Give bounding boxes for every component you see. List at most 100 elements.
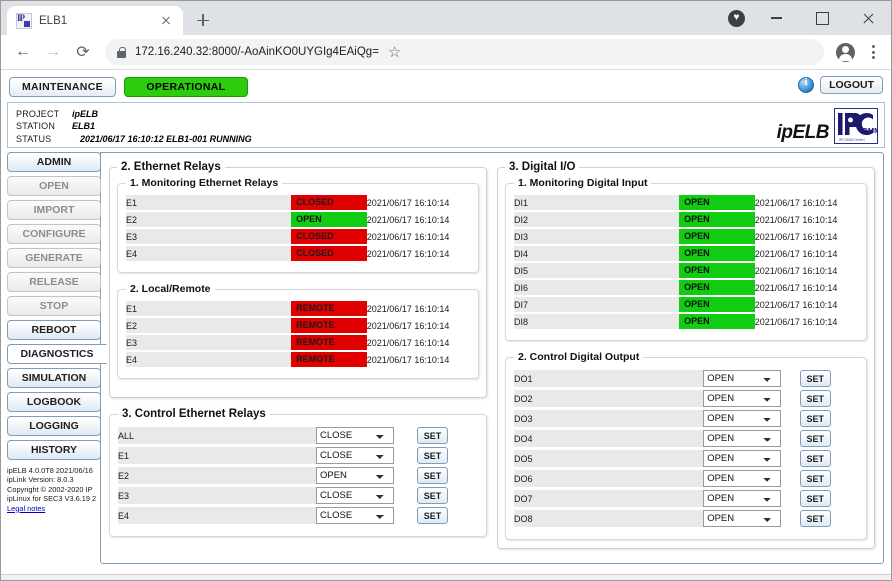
input-name: DI8 [514, 314, 680, 329]
status-label: STATUS [16, 133, 52, 144]
timestamp: 2021/06/17 16:10:14 [366, 231, 450, 242]
sidebar-item-logging[interactable]: LOGGING [7, 416, 101, 436]
forward-arrow-icon[interactable]: → [39, 38, 67, 66]
sidebar-item-admin[interactable]: ADMIN [7, 152, 101, 172]
control-ethernet-relays-table: ALL CLOSE SET E1 CLOSE SET E2 OPEN SET E… [118, 424, 478, 527]
output-state-select[interactable]: OPEN [703, 370, 782, 387]
output-state-select[interactable]: OPEN [703, 510, 782, 527]
set-button[interactable]: SET [799, 450, 832, 467]
sidebar-item-configure[interactable]: CONFIGURE [7, 224, 101, 244]
reload-icon[interactable]: ⟳ [69, 38, 97, 66]
timestamp: 2021/06/17 16:10:14 [754, 299, 838, 310]
input-name: DI3 [514, 229, 680, 244]
table-row: DO5 OPEN SET [514, 450, 858, 467]
address-bar[interactable]: 172.16.240.32:8000/-AoAinKO0UYGIg4EAiQg=… [105, 39, 824, 65]
output-state-select[interactable]: OPEN [703, 410, 782, 427]
control-digital-output-group: 2. Control Digital Output DO1 OPEN SET D… [505, 351, 867, 540]
output-state-select[interactable]: OPEN [703, 470, 782, 487]
relay-name: ALL [118, 427, 316, 444]
timestamp: 2021/06/17 16:10:14 [754, 248, 838, 259]
set-button[interactable]: SET [799, 410, 832, 427]
sidebar-item-generate[interactable]: GENERATE [7, 248, 101, 268]
table-row: E4 CLOSED 2021/06/17 16:10:14 [126, 246, 470, 261]
table-row: ALL CLOSE SET [118, 427, 478, 444]
logout-button[interactable]: LOGOUT [820, 76, 883, 94]
status-badge: REMOTE [291, 352, 367, 367]
digital-io-section: 3. Digital I/O 1. Monitoring Digital Inp… [497, 161, 875, 549]
sidebar-item-history[interactable]: HISTORY [7, 440, 101, 460]
timestamp: 2021/06/17 16:10:14 [366, 248, 450, 259]
table-row: DI8 OPEN 2021/06/17 16:10:14 [514, 314, 858, 329]
set-button[interactable]: SET [416, 507, 449, 524]
minimize-icon[interactable] [753, 1, 799, 35]
relay-name: E3 [118, 487, 316, 504]
sidebar-item-diagnostics[interactable]: DIAGNOSTICS [7, 344, 107, 364]
local-remote-group: 2. Local/Remote E1 REMOTE 2021/06/17 16:… [117, 283, 479, 379]
relay-state-select[interactable]: CLOSE [316, 507, 394, 524]
set-button[interactable]: SET [416, 467, 449, 484]
relay-name: E2 [126, 212, 292, 227]
table-row: E2 OPEN SET [118, 467, 478, 484]
table-row: E4 CLOSE SET [118, 507, 478, 524]
station-row: STATION ELB1 [16, 120, 876, 132]
info-icon[interactable] [798, 77, 815, 93]
output-state-select[interactable]: OPEN [703, 390, 782, 407]
output-state-select[interactable]: OPEN [703, 490, 782, 507]
sidebar-item-stop[interactable]: STOP [7, 296, 101, 316]
tab-close-icon[interactable] [158, 13, 174, 29]
sidebar-item-release[interactable]: RELEASE [7, 272, 101, 292]
status-badge: OPEN [679, 263, 755, 278]
relay-state-select[interactable]: CLOSE [316, 427, 394, 444]
back-arrow-icon[interactable]: ← [9, 38, 37, 66]
operational-button[interactable]: OPERATIONAL [123, 77, 248, 97]
timestamp: 2021/06/17 16:10:14 [366, 197, 450, 208]
new-tab-plus-icon[interactable] [189, 6, 217, 34]
sidebar-item-import[interactable]: IMPORT [7, 200, 101, 220]
relay-state-select[interactable]: CLOSE [316, 447, 394, 464]
set-button[interactable]: SET [416, 487, 449, 504]
output-name: DO7 [514, 490, 704, 507]
profile-avatar-icon[interactable] [836, 42, 855, 62]
sidebar-item-simulation[interactable]: SIMULATION [7, 368, 101, 388]
status-badge: OPEN [679, 246, 755, 261]
set-button[interactable]: SET [416, 427, 449, 444]
set-button[interactable]: SET [799, 370, 832, 387]
set-button[interactable]: SET [416, 447, 449, 464]
three-dot-menu-icon[interactable] [863, 45, 883, 59]
sidebar-item-open[interactable]: OPEN [7, 176, 101, 196]
table-row: E2 REMOTE 2021/06/17 16:10:14 [126, 318, 470, 333]
relay-state-select[interactable]: OPEN [316, 467, 394, 484]
sidebar-item-logbook[interactable]: LOGBOOK [7, 392, 101, 412]
output-state-select[interactable]: OPEN [703, 430, 782, 447]
status-badge: OPEN [679, 229, 755, 244]
sidebar-item-reboot[interactable]: REBOOT [7, 320, 101, 340]
set-button[interactable]: SET [799, 430, 832, 447]
monitoring-ethernet-relays-table: E1 CLOSED 2021/06/17 16:10:14 E2 OPEN 20… [126, 193, 470, 263]
set-button[interactable]: SET [799, 490, 832, 507]
table-row: E1 CLOSED 2021/06/17 16:10:14 [126, 195, 470, 210]
relay-state-select[interactable]: CLOSE [316, 487, 394, 504]
status-badge: OPEN [679, 280, 755, 295]
relay-name: E4 [126, 246, 292, 261]
ethernet-relays-section: 2. Ethernet Relays 1. Monitoring Etherne… [109, 161, 487, 398]
browser-toolbar: ← → ⟳ 172.16.240.32:8000/-AoAinKO0UYGIg4… [1, 35, 891, 70]
status-badge: CLOSED [291, 195, 367, 210]
close-icon[interactable] [845, 1, 891, 35]
output-state-select[interactable]: OPEN [703, 450, 782, 467]
set-button[interactable]: SET [799, 510, 832, 527]
bookmark-star-icon[interactable]: ☆ [388, 43, 401, 61]
set-button[interactable]: SET [799, 390, 832, 407]
timestamp: 2021/06/17 16:10:14 [366, 303, 450, 314]
legal-notes-link[interactable]: Legal notes [7, 504, 45, 513]
table-row: DI4 OPEN 2021/06/17 16:10:14 [514, 246, 858, 261]
input-name: DI2 [514, 212, 680, 227]
status-badge: OPEN [291, 212, 367, 227]
set-button[interactable]: SET [799, 470, 832, 487]
table-row: E3 CLOSED 2021/06/17 16:10:14 [126, 229, 470, 244]
status-badge: REMOTE [291, 335, 367, 350]
browser-shield-icon[interactable] [728, 9, 745, 27]
browser-tab[interactable]: ELB1 [7, 6, 183, 35]
footer-line-version: ipELB 4.0.0T8 2021/06/16 [7, 466, 93, 475]
maintenance-button[interactable]: MAINTENANCE [9, 77, 116, 97]
maximize-icon[interactable] [799, 1, 845, 35]
